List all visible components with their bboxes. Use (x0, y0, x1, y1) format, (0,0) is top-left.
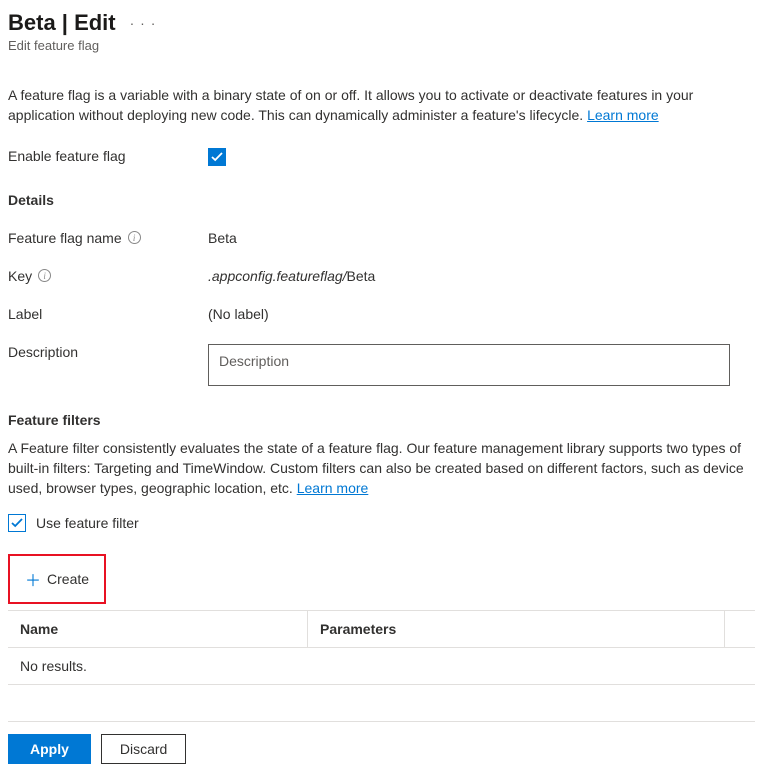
check-icon (11, 517, 23, 529)
filters-intro: A Feature filter consistently evaluates … (8, 438, 755, 499)
footer-actions: Apply Discard (8, 721, 755, 764)
create-button-highlight: ＋ Create (8, 554, 106, 604)
col-parameters[interactable]: Parameters (308, 611, 725, 647)
filters-section-title: Feature filters (8, 412, 755, 428)
description-label: Description (8, 344, 208, 360)
info-icon[interactable]: i (128, 231, 141, 244)
enable-flag-checkbox[interactable] (208, 148, 226, 166)
more-actions-icon[interactable]: · · · (130, 15, 157, 31)
intro-text: A feature flag is a variable with a bina… (8, 85, 755, 126)
plus-icon: ＋ (25, 567, 41, 591)
feature-name-value: Beta (208, 230, 237, 246)
key-prefix: .appconfig.featureflag/ (208, 268, 347, 284)
info-icon[interactable]: i (38, 269, 51, 282)
apply-button[interactable]: Apply (8, 734, 91, 764)
intro-learn-more-link[interactable]: Learn more (587, 107, 659, 123)
key-suffix: Beta (347, 268, 376, 284)
label-label: Label (8, 306, 208, 322)
col-name[interactable]: Name (8, 611, 308, 647)
use-filter-label: Use feature filter (36, 515, 139, 531)
table-empty-row: No results. (8, 647, 755, 684)
description-input[interactable] (208, 344, 730, 386)
discard-button[interactable]: Discard (101, 734, 186, 764)
check-icon (211, 151, 223, 163)
filters-body: A Feature filter consistently evaluates … (8, 440, 744, 497)
create-button-label: Create (47, 571, 89, 587)
create-button[interactable]: ＋ Create (15, 561, 99, 597)
table-header: Name Parameters (8, 611, 755, 647)
page-title: Beta | Edit (8, 10, 116, 36)
enable-flag-label: Enable feature flag (8, 148, 208, 164)
label-value: (No label) (208, 306, 269, 322)
filters-learn-more-link[interactable]: Learn more (297, 480, 369, 496)
col-actions (725, 611, 755, 647)
key-value: .appconfig.featureflag/Beta (208, 268, 375, 284)
key-label: Key (8, 268, 32, 284)
page-subtitle: Edit feature flag (8, 38, 755, 53)
use-filter-checkbox[interactable] (8, 514, 26, 532)
details-section-title: Details (8, 192, 755, 208)
filters-table: Name Parameters No results. (8, 610, 755, 685)
feature-name-label: Feature flag name (8, 230, 122, 246)
